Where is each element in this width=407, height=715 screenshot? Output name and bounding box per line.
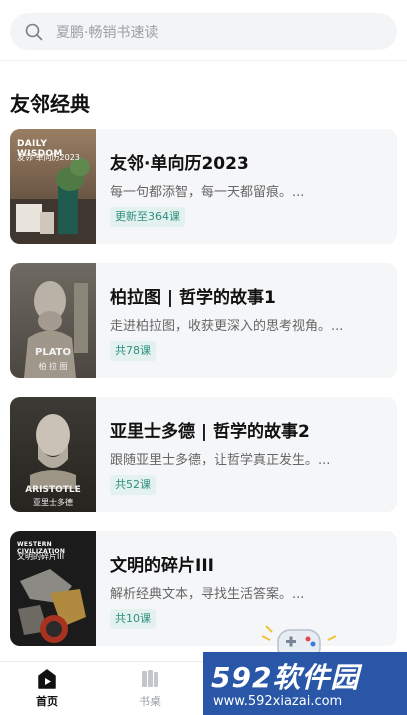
- cover-subtitle: 友邻·单向历2023: [17, 153, 80, 162]
- header-divider: [0, 60, 407, 61]
- book-title: 亚里士多德 | 哲学的故事2: [110, 422, 310, 442]
- book-card-plato[interactable]: PLATO 柏 拉 图 柏拉图 | 哲学的故事1 走进柏拉图，收获更深入的思考视…: [10, 263, 397, 378]
- watermark-brand: 592软件园: [211, 661, 360, 694]
- book-description: 跟随亚里士多德，让哲学真正发生。...: [110, 453, 331, 468]
- book-card-aristotle[interactable]: ARISTOTLE 亚里士多德 亚里士多德 | 哲学的故事2 跟随亚里士多德，让…: [10, 397, 397, 512]
- cover-title: PLATO: [35, 347, 71, 358]
- book-cover-plato: PLATO 柏 拉 图: [10, 263, 96, 378]
- book-cover-western-civilization: WESTERN CIVILIZATION 文明的碎片III: [10, 531, 96, 646]
- book-title: 柏拉图 | 哲学的故事1: [110, 288, 276, 308]
- tab-label: 书桌: [139, 695, 161, 708]
- search-icon: [24, 22, 44, 42]
- book-cover-daily-wisdom: DAILY WISDOM 友邻·单向历2023: [10, 129, 96, 244]
- book-card-daily-wisdom[interactable]: DAILY WISDOM 友邻·单向历2023 友邻·单向历2023 每一句都添…: [10, 129, 397, 244]
- desk-icon: [139, 668, 161, 690]
- watermark-url: www.592xiazai.com: [213, 694, 343, 709]
- book-description: 解析经典文本，寻找生活答案。...: [110, 587, 305, 602]
- lesson-count-badge: 共10课: [110, 609, 156, 629]
- watermark-logo: 592软件园 www.592xiazai.com: [203, 652, 407, 715]
- book-title: 友邻·单向历2023: [110, 154, 249, 174]
- book-title: 文明的碎片III: [110, 556, 214, 576]
- lesson-count-badge: 共52课: [110, 475, 156, 495]
- home-icon: [36, 668, 58, 690]
- book-description: 每一句都添智，每一天都留痕。...: [110, 185, 305, 200]
- cover-subtitle: 文明的碎片III: [17, 552, 65, 561]
- cover-subtitle: 亚里士多德: [33, 498, 73, 507]
- tab-home[interactable]: 首页: [17, 668, 77, 709]
- book-description: 走进柏拉图，收获更深入的思考视角。...: [110, 319, 344, 334]
- book-cover-aristotle: ARISTOTLE 亚里士多德: [10, 397, 96, 512]
- search-bar[interactable]: 夏鹏·畅销书速读: [10, 13, 397, 50]
- cover-title: ARISTOTLE: [25, 485, 81, 495]
- tab-desk[interactable]: 书桌: [120, 668, 180, 709]
- section-title: 友邻经典: [10, 92, 90, 116]
- lesson-count-badge: 更新至364课: [110, 207, 185, 227]
- tab-label: 首页: [36, 695, 58, 708]
- lesson-count-badge: 共78课: [110, 341, 156, 361]
- cover-subtitle: 柏 拉 图: [38, 362, 68, 371]
- search-input[interactable]: 夏鹏·畅销书速读: [56, 22, 158, 42]
